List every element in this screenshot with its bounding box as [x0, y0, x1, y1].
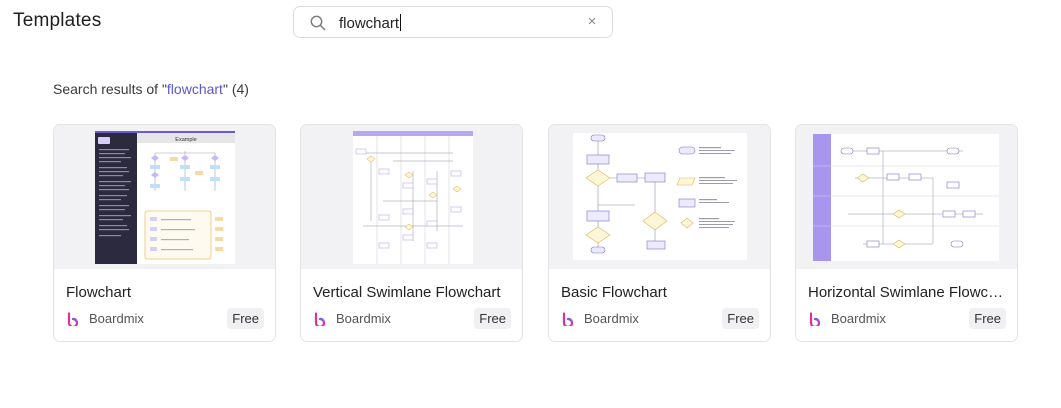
free-badge: Free	[969, 308, 1006, 329]
boardmix-logo-icon	[314, 311, 326, 326]
template-author: Boardmix	[313, 311, 391, 326]
search-icon	[310, 15, 326, 31]
horizontal-swimlane-thumbnail-image	[813, 134, 999, 261]
free-badge: Free	[474, 308, 511, 329]
template-thumbnail: Example	[54, 125, 275, 269]
vertical-swimlane-thumbnail-image	[353, 131, 473, 264]
template-thumbnail	[796, 125, 1017, 269]
close-icon[interactable]: ×	[585, 14, 599, 29]
template-author: Boardmix	[808, 311, 886, 326]
template-author: Boardmix	[66, 311, 144, 326]
brand-name: Boardmix	[89, 311, 144, 326]
search-value: flowchart	[339, 14, 402, 32]
template-author: Boardmix	[561, 311, 639, 326]
page-title: Templates	[13, 10, 102, 31]
template-title: Basic Flowchart	[561, 284, 667, 301]
brand-name: Boardmix	[336, 311, 391, 326]
basic-flowchart-thumbnail-image	[573, 133, 747, 260]
brand-name: Boardmix	[831, 311, 886, 326]
free-badge: Free	[722, 308, 759, 329]
free-badge: Free	[227, 308, 264, 329]
template-title: Flowchart	[66, 284, 132, 301]
template-card-flowchart[interactable]: Example Flowchart Boardmix Free	[53, 124, 276, 342]
search-input[interactable]: flowchart ×	[293, 6, 613, 38]
brand-name: Boardmix	[584, 311, 639, 326]
template-title: Vertical Swimlane Flowchart	[313, 284, 501, 301]
template-thumbnail	[301, 125, 522, 269]
boardmix-logo-icon	[809, 311, 821, 326]
boardmix-logo-icon	[67, 311, 79, 326]
flowchart-thumbnail-image: Example	[95, 131, 235, 264]
template-card-horizontal-swimlane-flowchart[interactable]: Horizontal Swimlane Flowch... Boardmix F…	[795, 124, 1018, 342]
template-thumbnail	[549, 125, 770, 269]
template-title: Horizontal Swimlane Flowch...	[808, 284, 1008, 301]
template-card-basic-flowchart[interactable]: Basic Flowchart Boardmix Free	[548, 124, 771, 342]
results-query: flowchart	[166, 81, 223, 97]
thumbnail-example-label: Example	[175, 137, 196, 143]
template-card-vertical-swimlane-flowchart[interactable]: Vertical Swimlane Flowchart Boardmix Fre…	[300, 124, 523, 342]
results-caption: Search results of "flowchart" (4)	[53, 81, 249, 97]
boardmix-logo-icon	[562, 311, 574, 326]
